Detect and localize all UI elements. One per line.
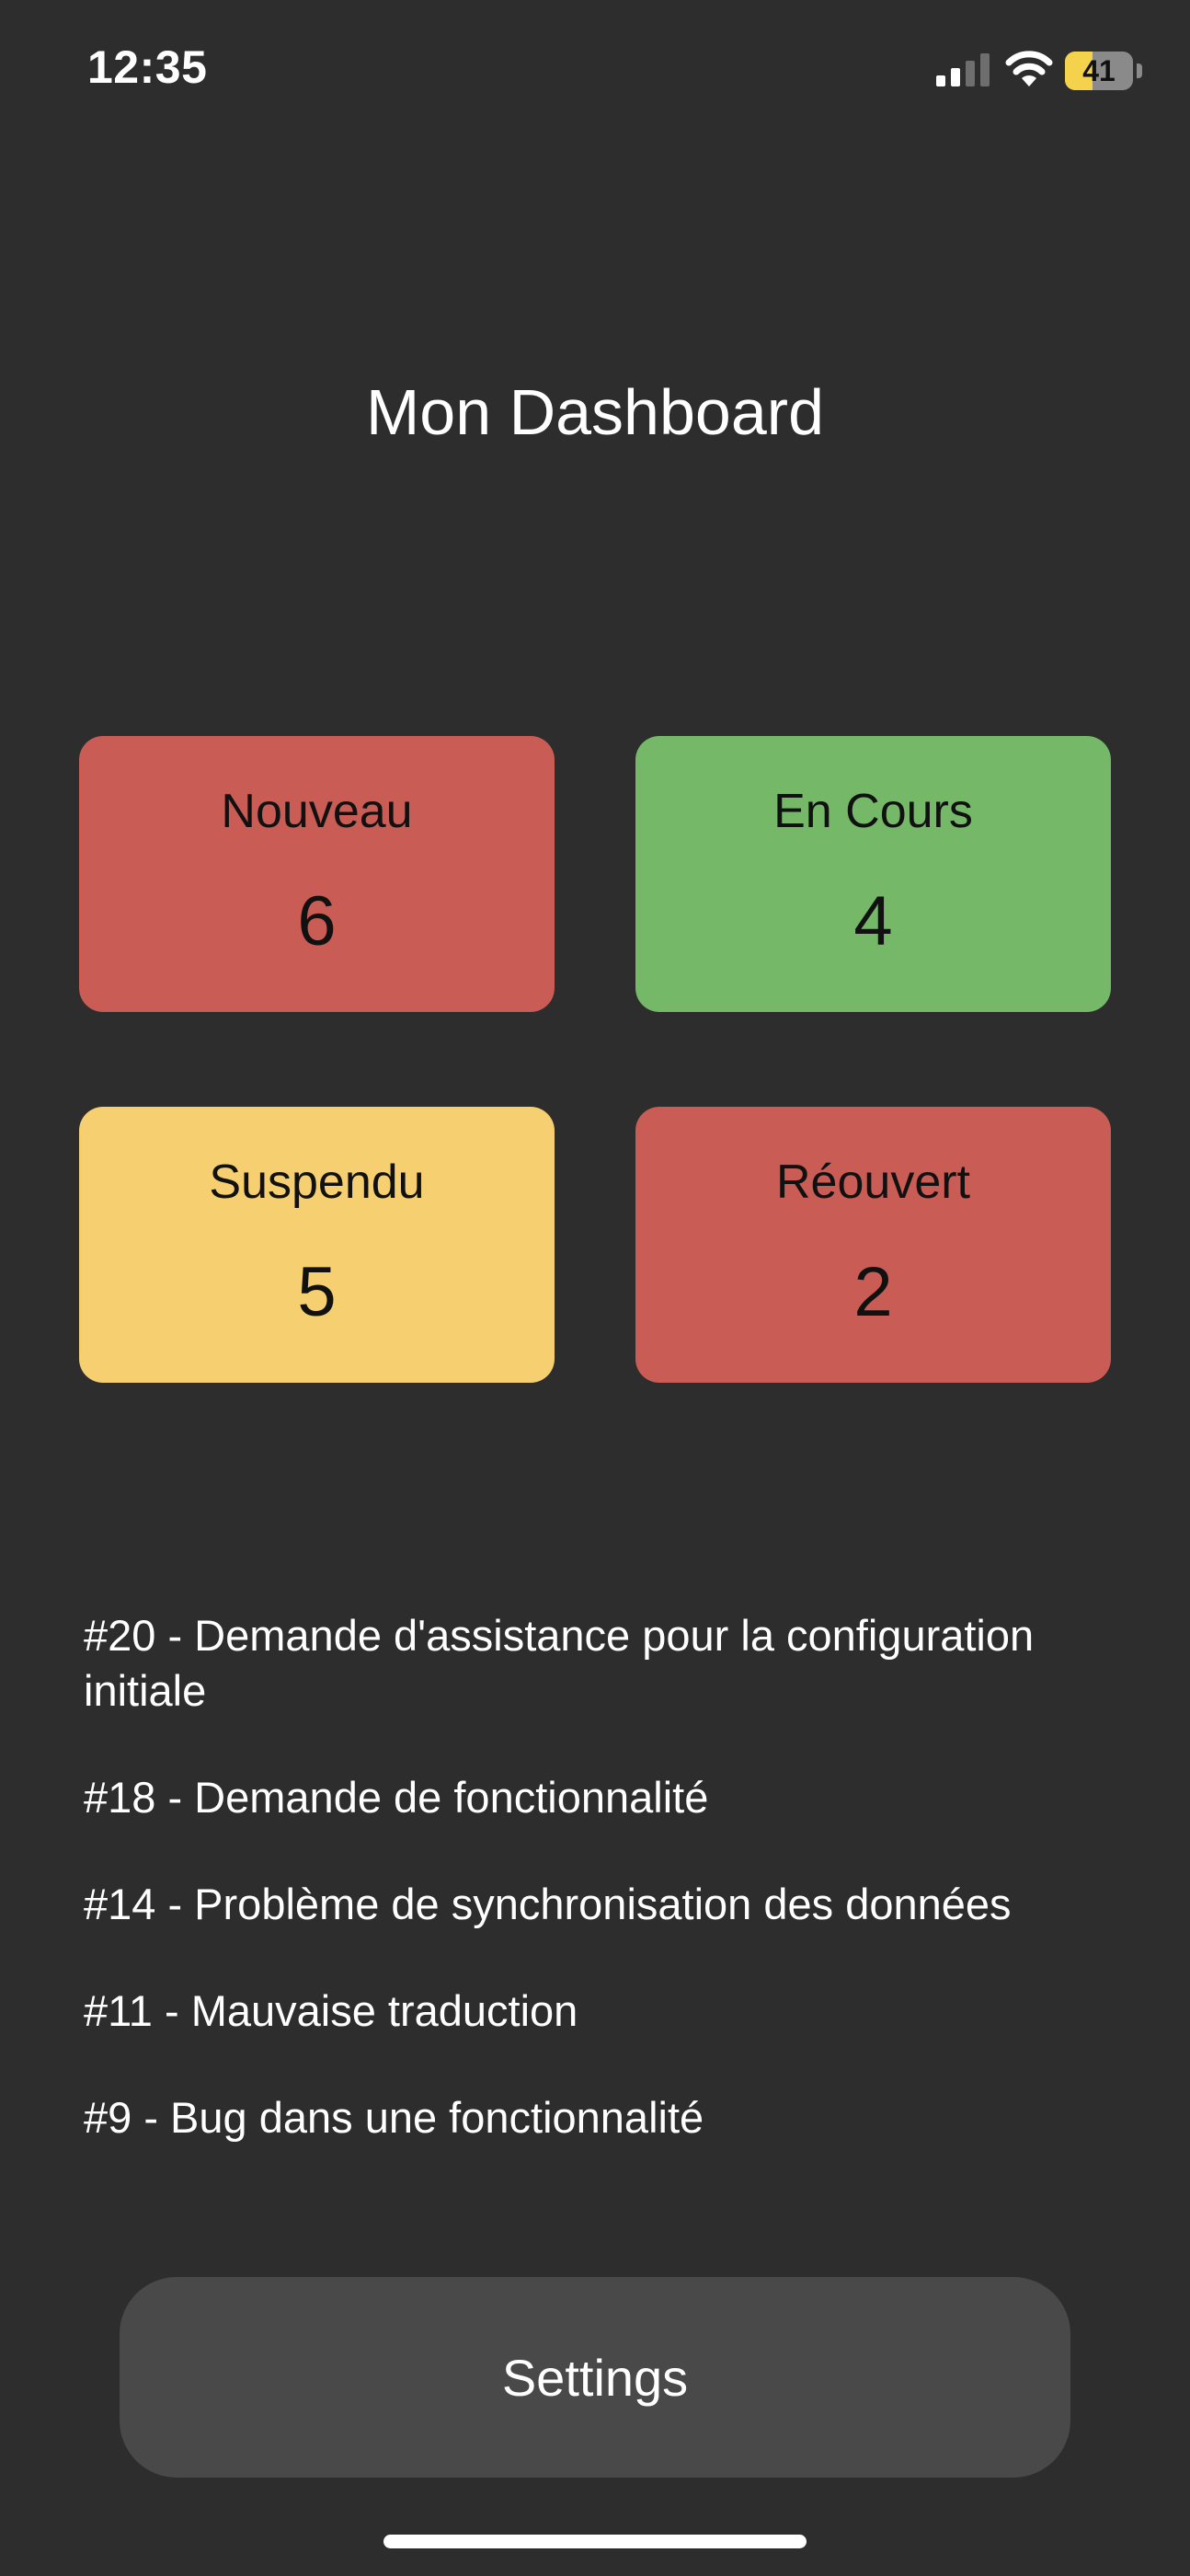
ticket-item[interactable]: #9 - Bug dans une fonctionnalité — [84, 2090, 1132, 2145]
status-bar: 12:35 41 — [0, 0, 1190, 138]
status-card-label: Suspendu — [209, 1156, 425, 1209]
status-card-reouvert[interactable]: Réouvert 2 — [635, 1107, 1111, 1383]
wifi-icon — [1005, 51, 1053, 86]
battery-tip — [1137, 63, 1142, 78]
cellular-signal-icon — [936, 53, 990, 86]
status-card-label: En Cours — [773, 785, 973, 838]
status-card-label: Nouveau — [221, 785, 413, 838]
battery-body: 41 — [1065, 52, 1133, 90]
ticket-item[interactable]: #18 - Demande de fonctionnalité — [84, 1770, 1132, 1825]
ticket-item[interactable]: #20 - Demande d'assistance pour la confi… — [84, 1608, 1132, 1719]
status-card-label: Réouvert — [776, 1156, 970, 1209]
status-card-count: 2 — [853, 1253, 893, 1331]
ticket-item[interactable]: #14 - Problème de synchronisation des do… — [84, 1877, 1132, 1932]
status-card-en-cours[interactable]: En Cours 4 — [635, 736, 1111, 1012]
status-time: 12:35 — [87, 41, 208, 93]
status-card-suspendu[interactable]: Suspendu 5 — [79, 1107, 555, 1383]
ticket-list: #20 - Demande d'assistance pour la confi… — [84, 1608, 1132, 2197]
battery-level: 41 — [1082, 54, 1116, 87]
settings-button[interactable]: Settings — [120, 2277, 1070, 2478]
status-card-count: 5 — [297, 1253, 337, 1331]
status-card-count: 6 — [297, 882, 337, 960]
ticket-item[interactable]: #11 - Mauvaise traduction — [84, 1984, 1132, 2039]
home-indicator[interactable] — [383, 2535, 807, 2548]
battery-icon: 41 — [1065, 52, 1142, 90]
status-card-nouveau[interactable]: Nouveau 6 — [79, 736, 555, 1012]
status-card-count: 4 — [853, 882, 893, 960]
page-title: Mon Dashboard — [365, 376, 825, 448]
